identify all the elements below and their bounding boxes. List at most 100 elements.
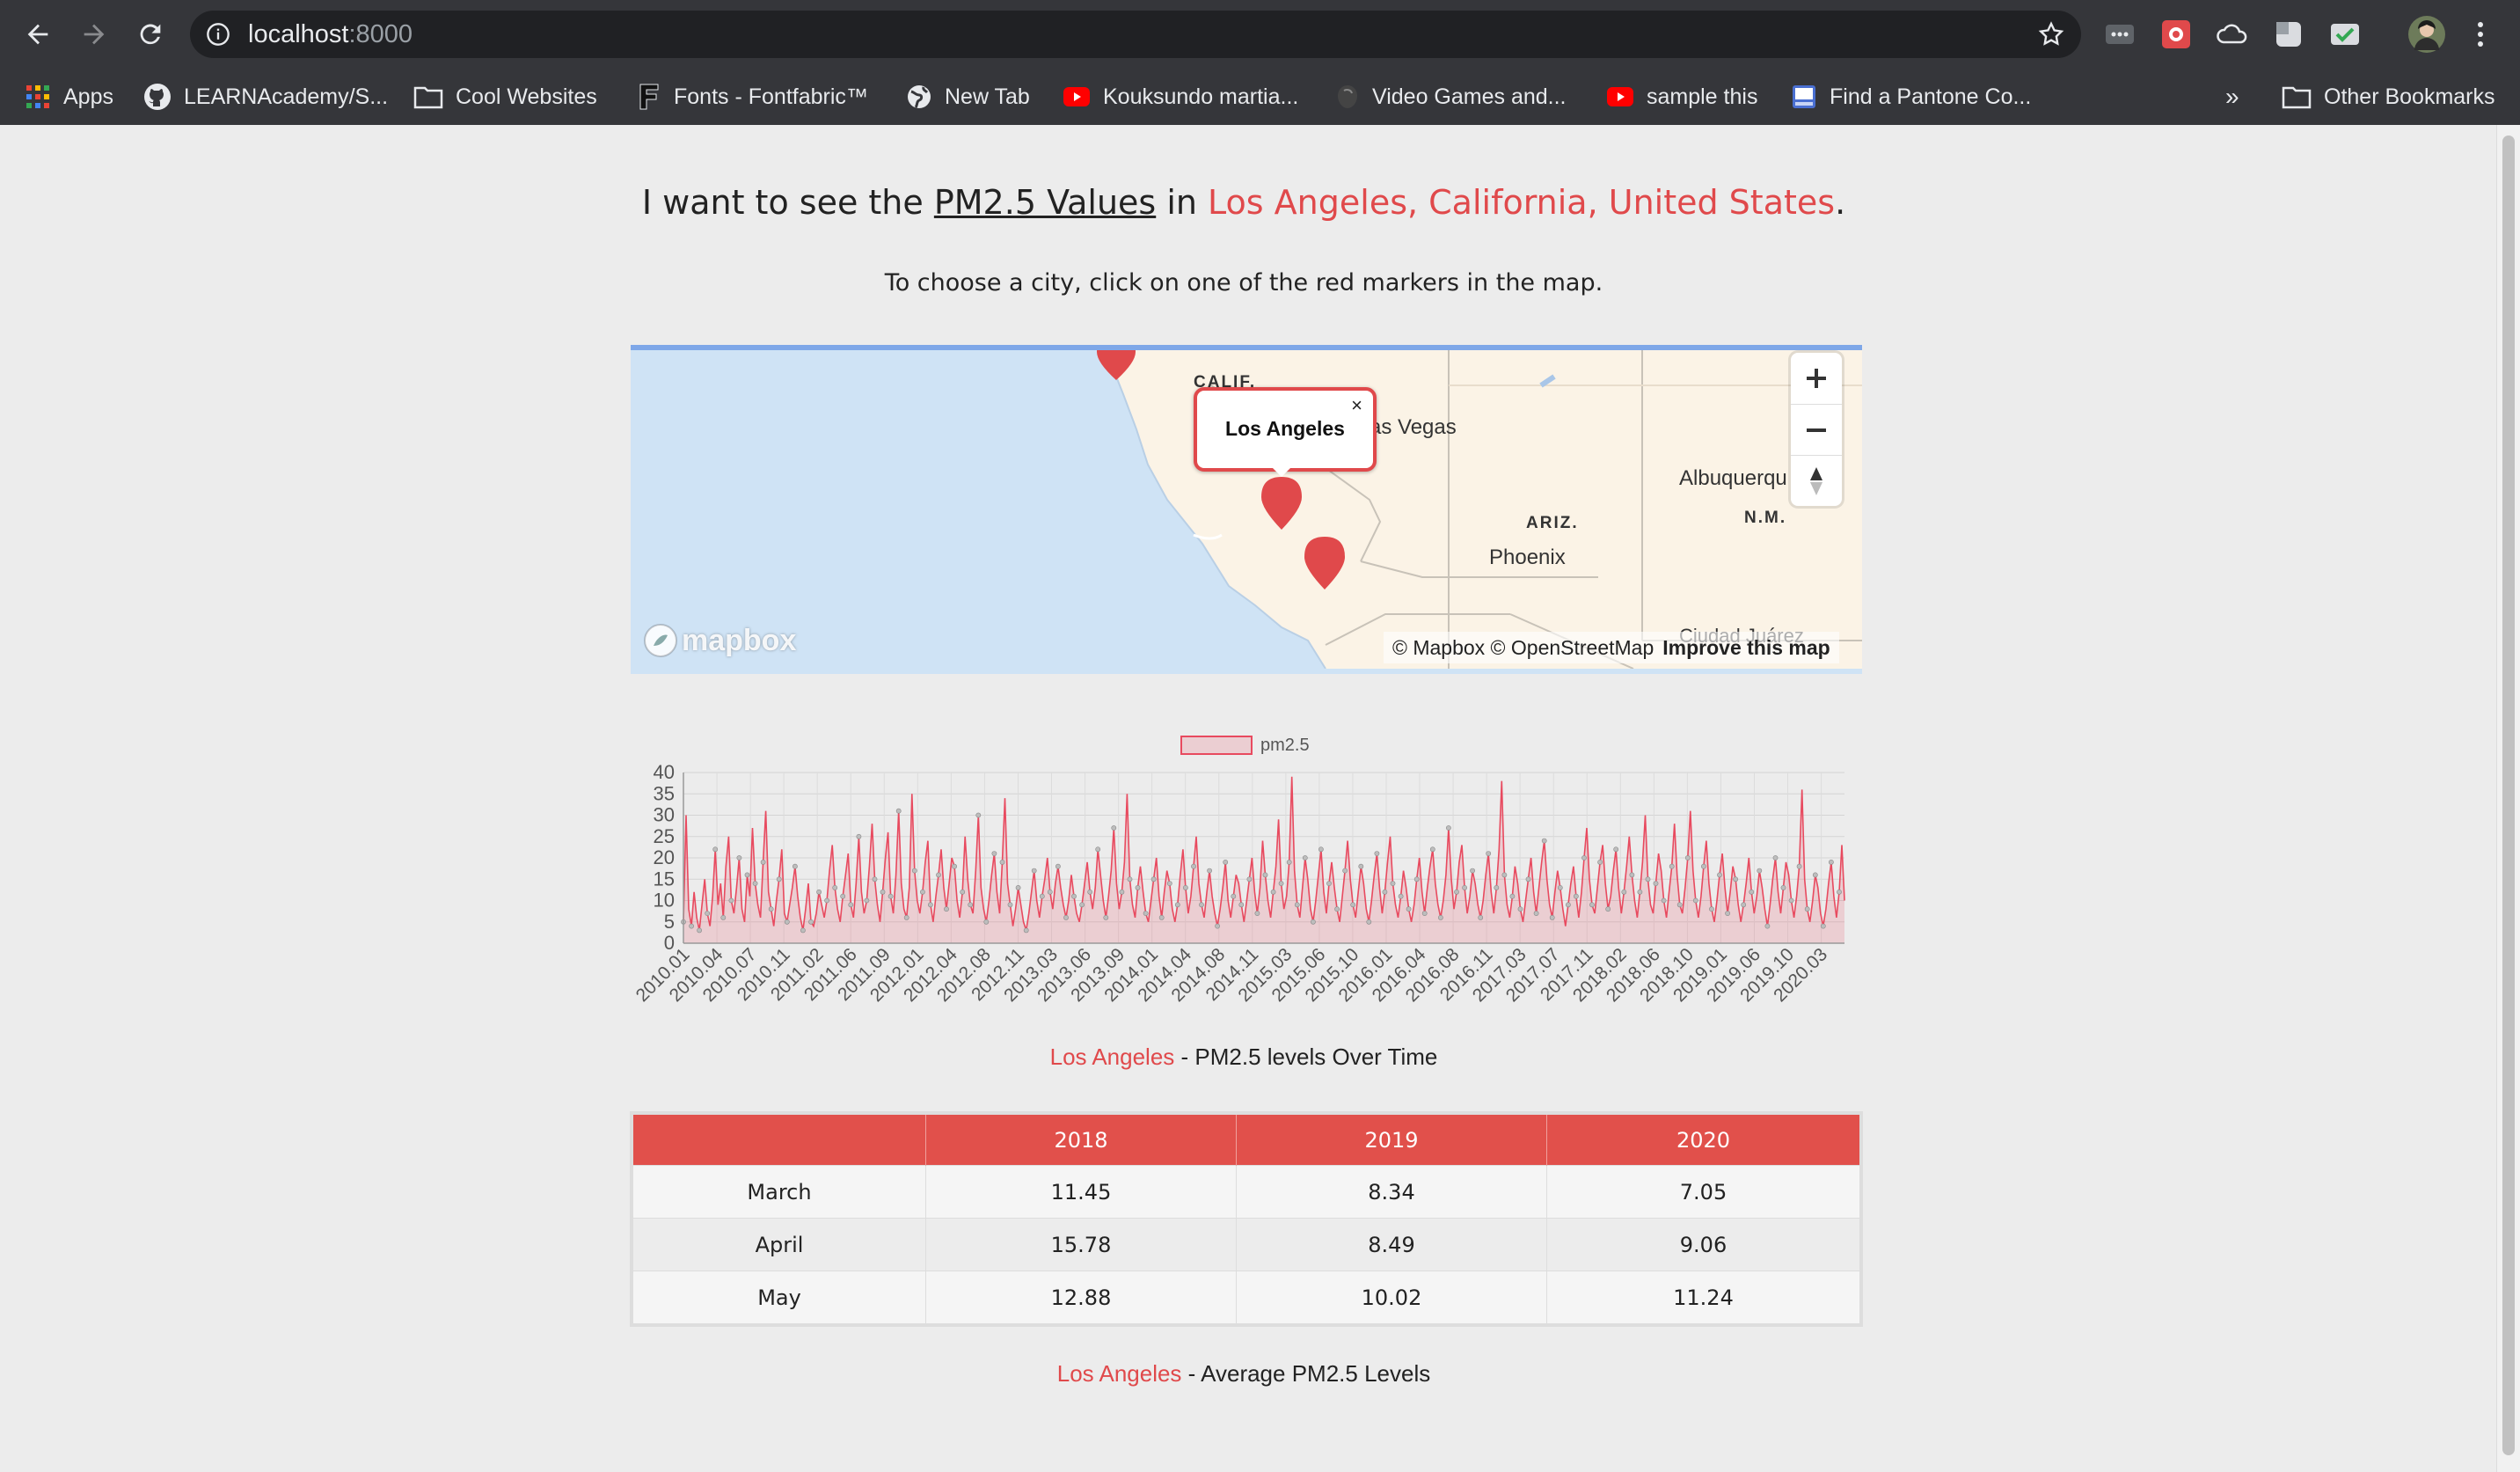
data-point [1701, 863, 1706, 869]
data-point [1087, 889, 1093, 895]
youtube-icon [1063, 86, 1091, 107]
data-point [1517, 906, 1523, 912]
data-point [1557, 884, 1563, 890]
table-header-cell [633, 1115, 926, 1166]
bookmark-pantone[interactable]: Find a Pantone Co... [1791, 69, 2031, 125]
improve-map-link[interactable]: Improve this map [1662, 636, 1830, 660]
data-point [1725, 911, 1730, 916]
city-map[interactable]: CALIF. as Vegas Bakers. Albuquerqu ARIZ.… [631, 345, 1862, 674]
page-scrollbar[interactable] [2496, 125, 2520, 1472]
table-row: April 15.78 8.49 9.06 [633, 1218, 1859, 1271]
scrollbar-thumb[interactable] [2502, 135, 2515, 1455]
bookmark-apps[interactable]: Apps [25, 69, 113, 125]
bookmark-learnacademy[interactable]: LEARNAcademy/S... [143, 69, 388, 125]
data-point [960, 889, 966, 895]
extension-more-icon[interactable] [2103, 18, 2137, 51]
data-point [1804, 906, 1810, 912]
data-point [1055, 863, 1061, 869]
attribution-text[interactable]: © Mapbox © OpenStreetMap [1392, 636, 1654, 660]
table-cell: 15.78 [925, 1218, 1237, 1271]
data-point [1501, 872, 1508, 878]
metric-link[interactable]: PM2.5 Values [934, 183, 1156, 222]
popup-tip [1269, 465, 1294, 477]
forward-button[interactable] [72, 12, 116, 56]
bookmark-label: Video Games and... [1372, 84, 1567, 109]
bookmark-label: Kouksundo martia... [1103, 84, 1299, 109]
pm25-line-chart: pm2.5 0 5 10 15 20 25 30 35 40 2010.01 2010.04 2010.… [631, 721, 1862, 1038]
data-point [1358, 863, 1364, 869]
y-tick-label: 10 [654, 890, 675, 912]
url-port: :8000 [348, 20, 413, 48]
data-point [1366, 919, 1372, 925]
reload-button[interactable] [128, 12, 172, 56]
y-tick-label: 35 [654, 782, 675, 804]
chart-svg: pm2.505101520253035402010.012010.042010.… [632, 736, 1845, 1006]
popup-city-name: Los Angeles [1225, 417, 1345, 440]
github-icon [143, 83, 172, 111]
data-point [1350, 902, 1356, 908]
folder-icon [413, 84, 443, 109]
folder-icon [2282, 84, 2312, 109]
bookmarks-overflow-button[interactable]: » [2225, 69, 2239, 125]
browser-menu-icon[interactable] [2464, 18, 2497, 51]
site-icon [1335, 84, 1360, 110]
data-point [1127, 876, 1133, 882]
bookmark-sample-this[interactable]: sample this [1606, 69, 1757, 125]
data-point [1270, 889, 1276, 895]
map-navigation-control [1791, 353, 1842, 506]
bookmark-other[interactable]: Other Bookmarks [2282, 69, 2495, 125]
bookmark-kouksundo[interactable]: Kouksundo martia... [1063, 69, 1298, 125]
bookmark-label: Apps [63, 84, 113, 109]
address-bar[interactable]: localhost:8000 [190, 11, 2081, 58]
data-point [1788, 897, 1794, 904]
table-cell: 8.34 [1236, 1165, 1547, 1219]
site-info-icon[interactable] [206, 22, 230, 47]
data-point [1183, 884, 1188, 890]
data-point [919, 889, 925, 895]
data-point [1286, 859, 1292, 865]
data-point [975, 812, 982, 818]
data-point [736, 855, 742, 860]
row-month: April [633, 1218, 926, 1271]
back-button[interactable] [16, 12, 60, 56]
y-tick-label: 20 [654, 846, 675, 868]
extension-check-icon[interactable] [2328, 18, 2362, 51]
mapbox-logo[interactable]: mapbox [643, 623, 796, 658]
data-point [776, 876, 782, 882]
data-point [1207, 868, 1212, 874]
data-point [1318, 846, 1324, 853]
data-point [808, 919, 814, 925]
bookmark-star-icon[interactable] [2037, 20, 2065, 48]
data-point [1470, 868, 1475, 874]
data-point [1566, 902, 1571, 908]
data-point [1063, 914, 1069, 920]
extension-cloud-icon[interactable] [2216, 18, 2249, 51]
extension-gray-icon[interactable] [2272, 18, 2305, 51]
zoom-out-button[interactable] [1791, 404, 1842, 456]
data-point [1278, 881, 1284, 886]
zoom-in-button[interactable] [1791, 353, 1842, 404]
compass-icon [1810, 467, 1822, 495]
data-point [911, 868, 917, 874]
bookmark-video-games[interactable]: Video Games and... [1335, 69, 1567, 125]
map-label-las-vegas: as Vegas [1370, 415, 1457, 439]
bookmark-fontfabric[interactable]: Fonts - Fontfabric™ [637, 69, 868, 125]
data-point [1549, 914, 1555, 920]
data-point [1446, 825, 1451, 831]
bookmark-label: Other Bookmarks [2324, 84, 2495, 109]
extension-red-icon[interactable] [2159, 18, 2193, 51]
data-point [903, 914, 909, 920]
profile-avatar[interactable] [2407, 15, 2446, 54]
data-point [848, 902, 854, 908]
popup-close-button[interactable]: × [1351, 394, 1362, 417]
data-point [927, 902, 933, 908]
data-point [697, 927, 702, 934]
bookmark-new-tab[interactable]: New Tab [906, 69, 1030, 125]
data-point [1342, 868, 1348, 874]
data-point [1796, 863, 1802, 869]
bookmark-cool-websites[interactable]: Cool Websites [413, 69, 597, 125]
plus-icon [1807, 369, 1826, 388]
data-point [1079, 902, 1085, 908]
data-point [1478, 914, 1484, 920]
reset-bearing-button[interactable] [1791, 455, 1842, 507]
